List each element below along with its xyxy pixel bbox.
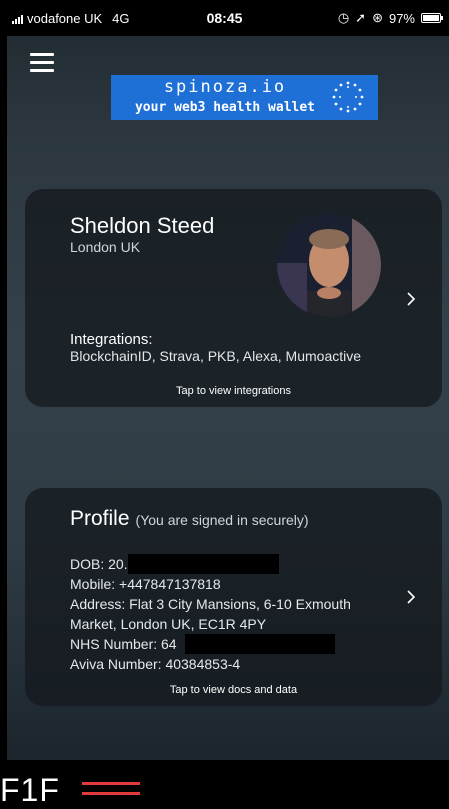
bluetooth-icon: ⊛ [372,10,383,25]
redaction-bar [128,554,279,574]
avatar [277,213,381,317]
location-icon: ➚ [355,10,367,25]
user-card[interactable]: Sheldon Steed London UK Integrations: Bl… [25,189,442,407]
user-location: London UK [70,239,141,255]
user-name: Sheldon Steed [70,213,215,238]
view-integrations-link[interactable]: Tap to view integrations [25,385,442,397]
view-docs-link[interactable]: Tap to view docs and data [25,684,442,696]
alarm-icon: ◷ [337,10,350,25]
address-line-1: Address: Flat 3 City Mansions, 6-10 Exmo… [70,596,351,612]
nhs-field: NHS Number: 64 [70,636,177,652]
integrations-list: BlockchainID, Strava, PKB, Alexa, Mumoac… [70,348,362,364]
brand-banner: spinoza.io your web3 health wallet [111,75,378,120]
aviva-field: Aviva Number: 40384853-4 [70,656,241,672]
profile-title: Profile (You are signed in securely) [70,507,309,531]
profile-heading: Profile [70,507,130,530]
integrations-title: Integrations: [70,331,153,348]
mobile-field: Mobile: +447847137818 [70,576,221,592]
battery-percent: 97% [388,10,415,26]
logo-stripe [82,792,140,795]
battery-icon [421,13,443,23]
f1f-logo-text: F1F [0,772,60,808]
spinoza-logo-icon [332,81,364,113]
banner-tagline: your web3 health wallet [134,100,315,115]
signed-in-note: (You are signed in securely) [135,512,309,528]
chevron-right-icon[interactable] [404,590,418,604]
chevron-right-icon[interactable] [404,292,418,306]
logo-stripe [82,782,140,785]
profile-card[interactable]: Profile (You are signed in securely) DOB:… [25,488,442,706]
status-bar: vodafone UK 4G 08:45 ◷ ➚ ⊛ 97% [0,0,449,36]
f1f-logo: F1F [0,772,200,809]
redaction-bar [185,634,335,654]
dob-field: DOB: 20. [70,556,128,572]
address-line-2: Market, London UK, EC1R 4PY [70,616,267,632]
hamburger-menu-icon[interactable] [30,53,54,73]
banner-title: spinoza.io [163,77,287,97]
status-icons: ◷ ➚ ⊛ 97% [337,10,443,26]
